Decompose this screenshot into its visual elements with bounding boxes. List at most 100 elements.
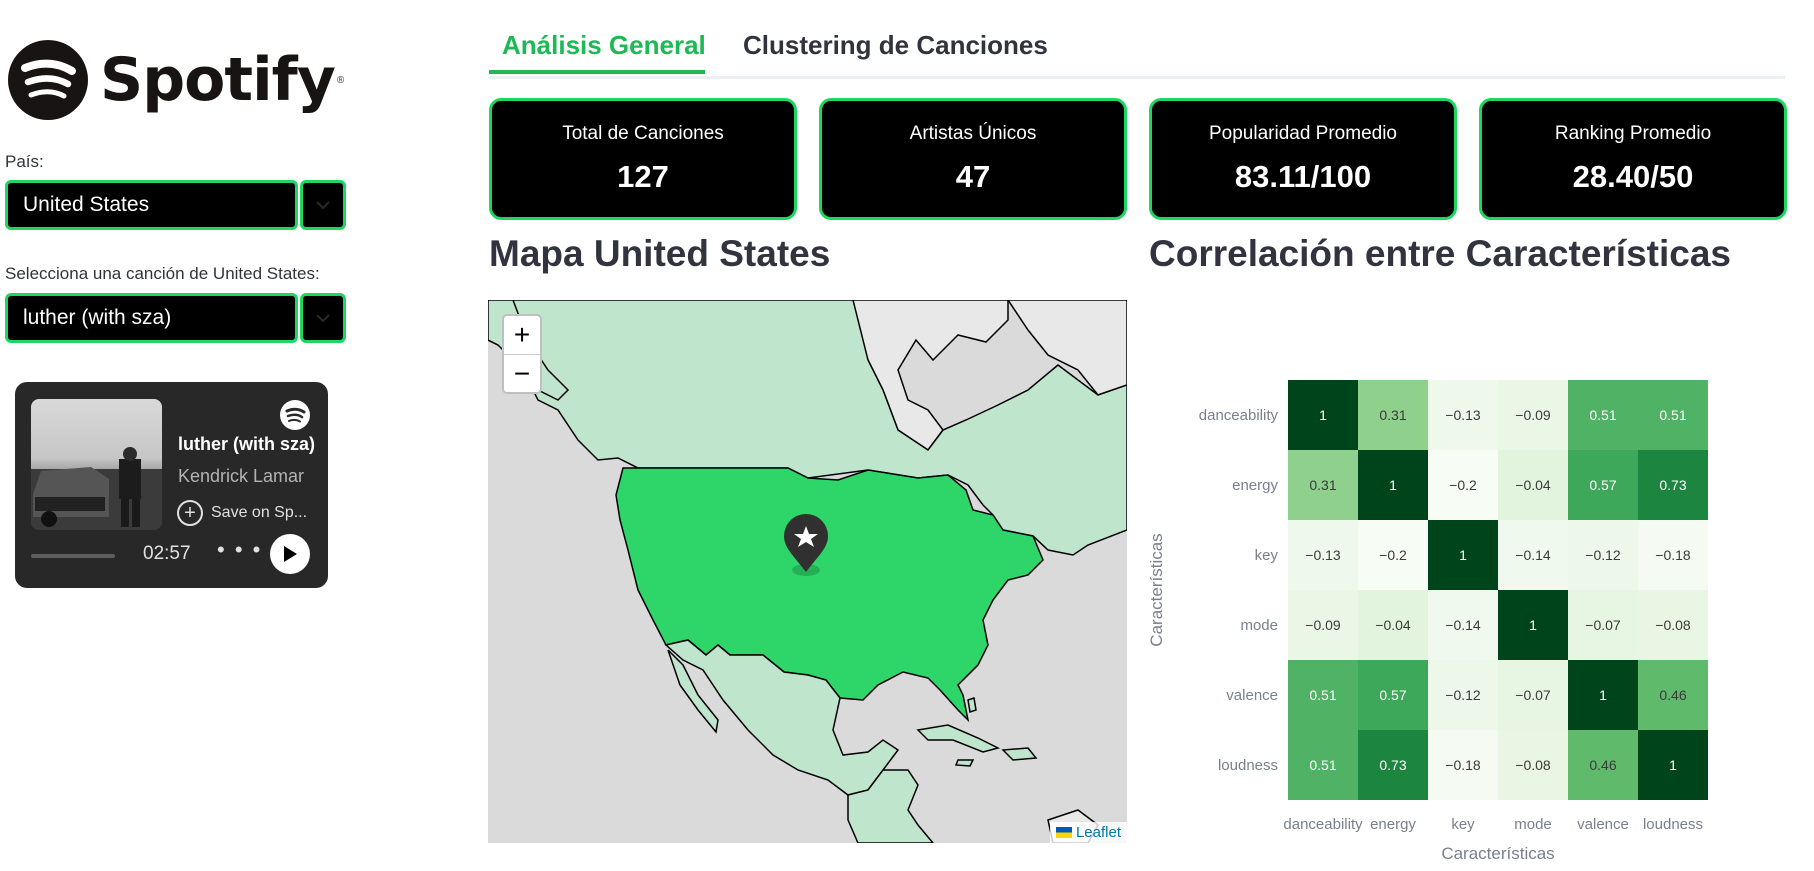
heatmap-cell-label: −0.12 [1585,547,1621,563]
zoom-out-button[interactable]: − [504,355,540,393]
x-tick-label: energy [1370,816,1416,833]
heatmap-cell-label: 1 [1529,617,1537,633]
metric-value: 127 [617,159,669,194]
heatmap-cell-label: −0.14 [1445,617,1481,633]
heatmap-cell-label: 0.31 [1309,477,1336,493]
heatmap-cell-label: −0.12 [1445,687,1481,703]
heatmap-cell-label: 1 [1599,687,1607,703]
map-canvas [488,300,1127,843]
heatmap-cell-label: 0.51 [1309,687,1336,703]
x-tick-label: key [1451,816,1475,833]
play-icon [284,546,297,562]
x-tick-label: valence [1577,816,1629,833]
metric-value: 47 [955,159,991,194]
zoom-control: + − [502,314,542,394]
heatmap-cell-label: −0.18 [1445,757,1481,773]
y-tick-label: danceability [1199,407,1279,424]
heatmap-cell-label: 0.46 [1589,757,1616,773]
correlation-heatmap: 1 0.31 −0.13 −0.09 0.51 0.51 0.31 1 −0.2 −0.04 0.5… [1147,380,1708,863]
heatmap-cell-label: 1 [1459,547,1467,563]
leaflet-map[interactable]: + − Leaflet [488,300,1127,843]
save-on-spotify-button[interactable]: + Save on Sp... [177,500,307,526]
zoom-in-button[interactable]: + [504,316,540,355]
spotify-icon[interactable] [280,400,310,430]
heatmap-cell-label: 1 [1389,477,1397,493]
x-axis-title: Características [1441,844,1554,863]
metric-card-popularidad: Popularidad Promedio 83.11/100 [1149,98,1457,220]
heatmap-cell-label: 1 [1669,757,1677,773]
heatmap-cell-label: −0.07 [1515,687,1551,703]
sidebar: Spotify ® País: United States Selecciona… [0,0,360,871]
metric-card-total-canciones: Total de Canciones 127 [489,98,797,220]
song-select-toggle[interactable] [300,293,346,343]
heatmap-cell-label: −0.04 [1375,617,1411,633]
metric-label: Artistas Únicos [909,123,1037,144]
ukraine-flag-icon [1055,827,1072,838]
y-tick-label: energy [1232,477,1278,494]
x-tick-label: danceability [1283,816,1363,833]
heatmap-cell-label: −0.2 [1449,477,1477,493]
progress-bar[interactable] [31,554,115,558]
heatmap-cell-label: 0.31 [1379,407,1406,423]
heatmap-cell-label: 0.46 [1659,687,1686,703]
album-cover-image [31,447,162,530]
country-select[interactable]: United States [5,180,298,230]
metric-value: 28.40/50 [1572,159,1694,194]
spotify-logo-text: Spotify [100,45,336,115]
spotify-logo: Spotify ® [8,40,344,120]
more-options-button[interactable]: • • • [217,537,262,563]
y-axis-title: Características [1147,533,1166,646]
heatmap-cell-label: −0.08 [1655,617,1691,633]
heatmap-cell-label: 0.51 [1659,407,1686,423]
country-select-toggle[interactable] [300,180,346,230]
heatmap-cell-label: 0.73 [1659,477,1686,493]
metric-label: Total de Canciones [562,123,724,144]
registered-mark-icon: ® [336,74,345,86]
heatmap-cell-label: 0.57 [1589,477,1616,493]
tab-clustering[interactable]: Clustering de Canciones [743,30,1048,61]
spotify-embed-player: luther (with sza) Kendrick Lamar + Save … [15,382,328,588]
y-tick-label: loudness [1218,757,1278,774]
x-tick-label: mode [1514,816,1552,833]
heatmap-title: Correlación entre Características [1149,233,1731,274]
heatmap-cell-label: −0.09 [1515,407,1551,423]
spotify-logo-icon [8,40,88,120]
track-title[interactable]: luther (with sza) [178,434,328,455]
heatmap-cell-label: −0.2 [1379,547,1407,563]
heatmap-cell-label: 1 [1319,407,1327,423]
metric-label: Popularidad Promedio [1208,123,1397,144]
heatmap-cell-label: 0.73 [1379,757,1406,773]
y-tick-label: key [1255,547,1279,564]
heatmap-cell-label: 0.51 [1309,757,1336,773]
heatmap-cell-label: −0.09 [1305,617,1341,633]
map-attribution[interactable]: Leaflet [1049,822,1127,843]
track-artist[interactable]: Kendrick Lamar [178,466,328,487]
heatmap-cell-label: −0.07 [1585,617,1621,633]
x-tick-label: loudness [1643,816,1703,833]
tab-analisis-general[interactable]: Análisis General [502,30,706,61]
map-title: Mapa United States [489,233,831,274]
metric-value: 83.11/100 [1234,159,1372,194]
heatmap-cell-label: 0.51 [1589,407,1616,423]
tab-bar: Análisis General Clustering de Canciones [489,26,1785,79]
metric-card-ranking: Ranking Promedio 28.40/50 [1479,98,1787,220]
active-tab-indicator [489,70,705,74]
country-label: País: [5,152,44,171]
leaflet-link[interactable]: Leaflet [1076,824,1121,841]
heatmap-cell-label: −0.14 [1515,547,1551,563]
chevron-down-icon [316,201,330,210]
heatmap-cell-label: −0.18 [1655,547,1691,563]
play-button[interactable] [270,534,310,574]
y-tick-label: mode [1240,617,1278,634]
heatmap-cell-label: −0.13 [1445,407,1481,423]
song-select[interactable]: luther (with sza) [5,293,298,343]
metric-card-artistas-unicos: Artistas Únicos 47 [819,98,1127,220]
heatmap-cell-label: −0.08 [1515,757,1551,773]
heatmap-cell-label: 0.57 [1379,687,1406,703]
album-cover[interactable] [31,399,162,530]
heatmap-cell-label: −0.04 [1515,477,1551,493]
plus-circle-icon: + [177,500,203,526]
chevron-down-icon [316,314,330,323]
track-duration: 02:57 [143,543,191,564]
y-tick-label: valence [1226,687,1278,704]
